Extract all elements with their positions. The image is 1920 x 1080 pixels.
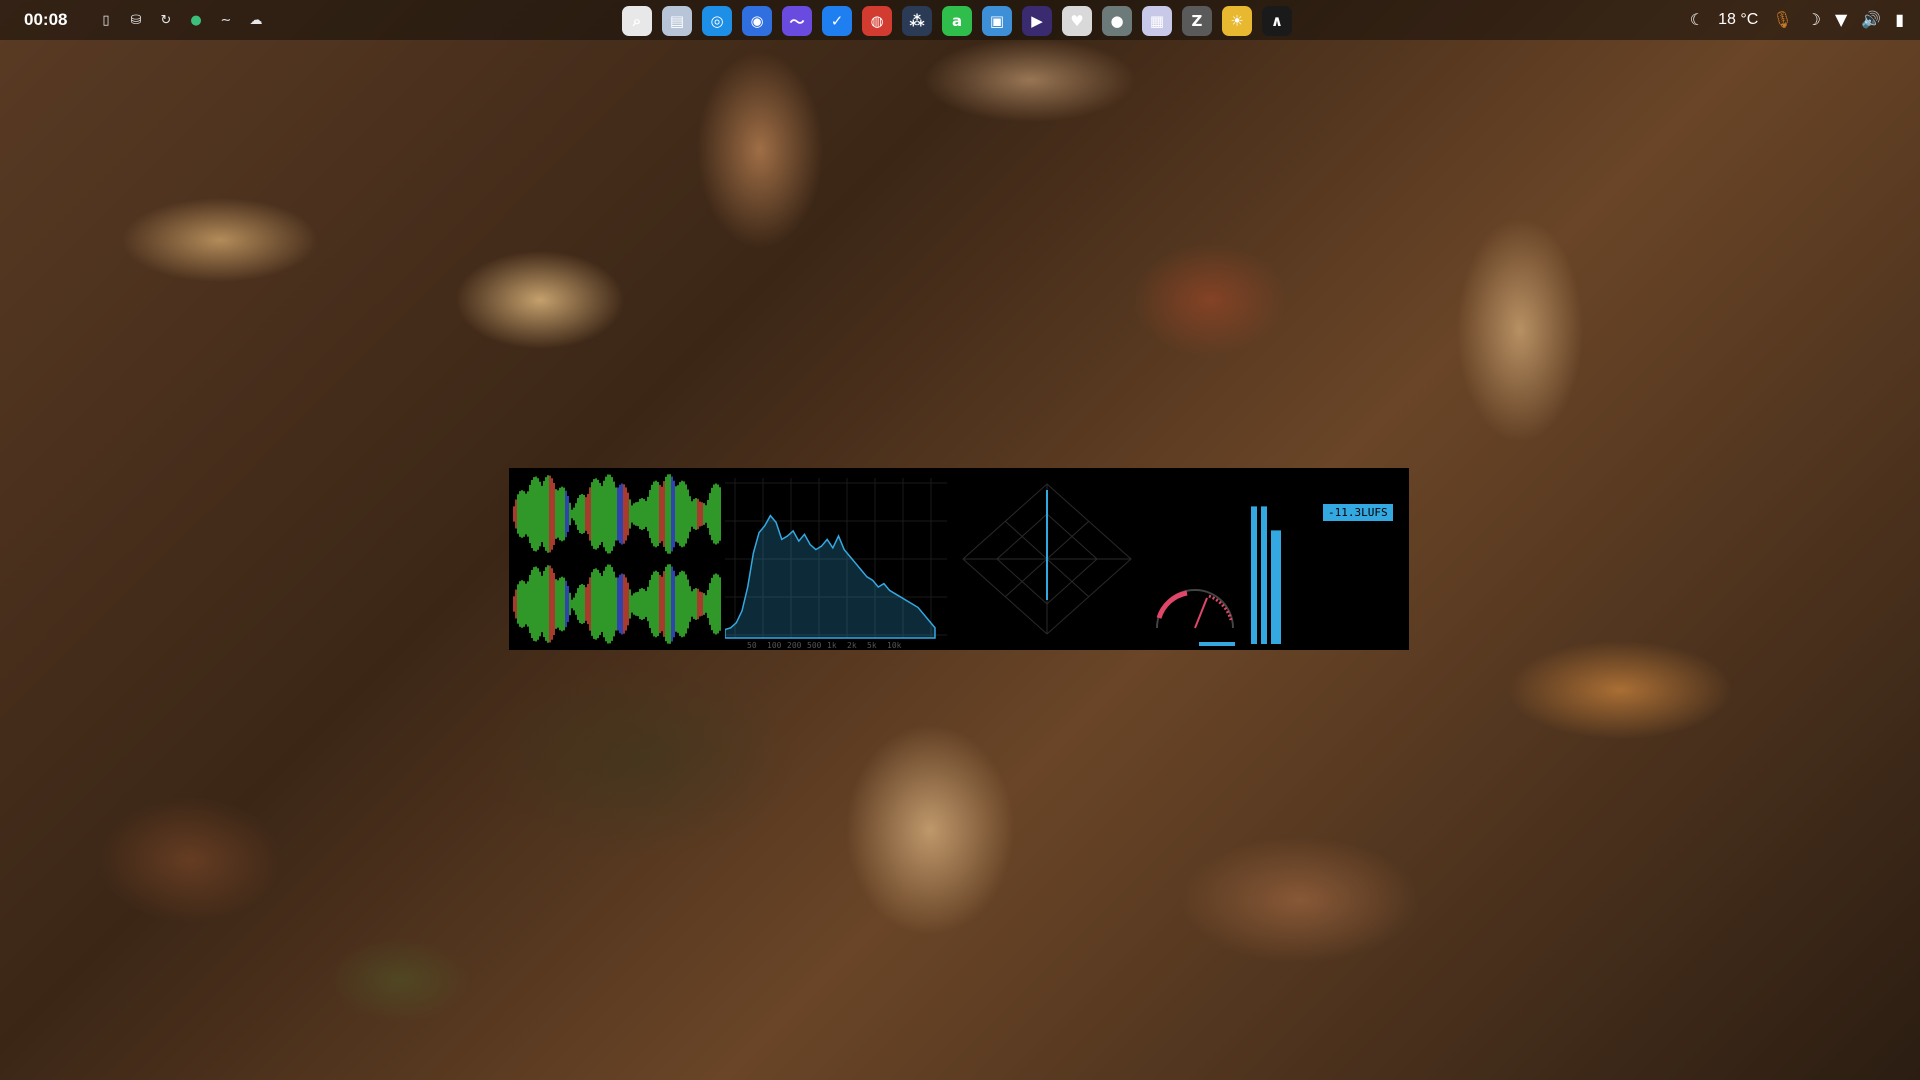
app-dock: ⌕ ▤ ◎ ◉ 〜 ✓ ◍ ⁂ a ▣ ▶ ♥ ● ▦ Z ☀ ∧: [622, 6, 1292, 36]
weather-icon[interactable]: ☾: [1690, 10, 1704, 29]
spectrum-tick-label: 50: [747, 641, 757, 650]
safari-app-icon[interactable]: ◎: [702, 6, 732, 36]
spectrum-tick-label: 2k: [847, 641, 857, 650]
spectrum-tick-label: 5k: [867, 641, 877, 650]
media-app-icon[interactable]: ▶: [1022, 6, 1052, 36]
top-bar: 00:08 ▯ ⛁ ↻ ● ∼ ☁ ⌕ ▤ ◎ ◉ 〜 ✓ ◍ ⁂ a ▣ ▶ ♥ ● ▦ Z ☀ ∧ ☾ 18…: [0, 0, 1920, 40]
globe-icon[interactable]: ●: [186, 10, 206, 30]
spectrum-panel: 50 100 200 500 1k 2k 5k 10k: [725, 468, 947, 650]
search-app-icon[interactable]: ⌕: [622, 6, 652, 36]
cards-app-icon[interactable]: ♥: [1062, 6, 1092, 36]
messenger-app-icon[interactable]: 〜: [782, 6, 812, 36]
level-meter-bar: [1271, 530, 1281, 644]
left-tray: ▯ ⛁ ↻ ● ∼ ☁: [96, 10, 266, 30]
mic-app-icon[interactable]: ●: [1102, 6, 1132, 36]
weather-temperature[interactable]: 18 °C: [1718, 11, 1758, 29]
sun-app-icon[interactable]: ☀: [1222, 6, 1252, 36]
battery-icon[interactable]: ▮: [1895, 10, 1904, 29]
waveform-panel: [509, 468, 725, 650]
spectrum-tick-label: 10k: [887, 641, 902, 650]
spectrum-tick-label: 1k: [827, 641, 837, 650]
phone-icon[interactable]: ▯: [96, 10, 116, 30]
wave-icon[interactable]: ∼: [216, 10, 236, 30]
audio-visualizer: 50 100 200 500 1k 2k 5k 10k -11.3LUFS: [509, 468, 1409, 650]
night-mode-icon[interactable]: ☽: [1807, 10, 1821, 29]
lufs-readout: -11.3LUFS: [1323, 504, 1393, 521]
script-app-icon[interactable]: a: [942, 6, 972, 36]
wifi-icon[interactable]: ▼: [1835, 10, 1847, 29]
gauge-panel: [1147, 468, 1239, 650]
cloud-icon[interactable]: ☁: [246, 10, 266, 30]
level-meter-bar: [1251, 506, 1257, 644]
spectrum-tick-label: 500: [807, 641, 822, 650]
drive-icon[interactable]: ⛁: [126, 10, 146, 30]
grid-app-icon[interactable]: ▦: [1142, 6, 1172, 36]
vectorscope-panel: [947, 468, 1147, 650]
right-tray: ☾ 18 °C 🎙 ☽ ▼ 🔊 ▮: [1690, 10, 1904, 29]
spectrum-tick-label: 100: [767, 641, 782, 650]
spectrum-tick-label: 200: [787, 641, 802, 650]
resolve-app-icon[interactable]: ⁂: [902, 6, 932, 36]
level-meter-bar: [1261, 506, 1267, 644]
notes-app-icon[interactable]: Z: [1182, 6, 1212, 36]
browser-app-icon[interactable]: ◉: [742, 6, 772, 36]
microphone-icon[interactable]: 🎙: [1772, 10, 1792, 29]
clock[interactable]: 00:08: [24, 10, 67, 30]
chrome-app-icon[interactable]: ◍: [862, 6, 892, 36]
files-app-icon[interactable]: ▤: [662, 6, 692, 36]
audio-analyzer-app-icon[interactable]: ∧: [1262, 6, 1292, 36]
camera-app-icon[interactable]: ▣: [982, 6, 1012, 36]
loudness-meter-panel: [1239, 468, 1409, 650]
volume-icon[interactable]: 🔊: [1861, 10, 1881, 29]
refresh-icon[interactable]: ↻: [156, 10, 176, 30]
tasks-app-icon[interactable]: ✓: [822, 6, 852, 36]
